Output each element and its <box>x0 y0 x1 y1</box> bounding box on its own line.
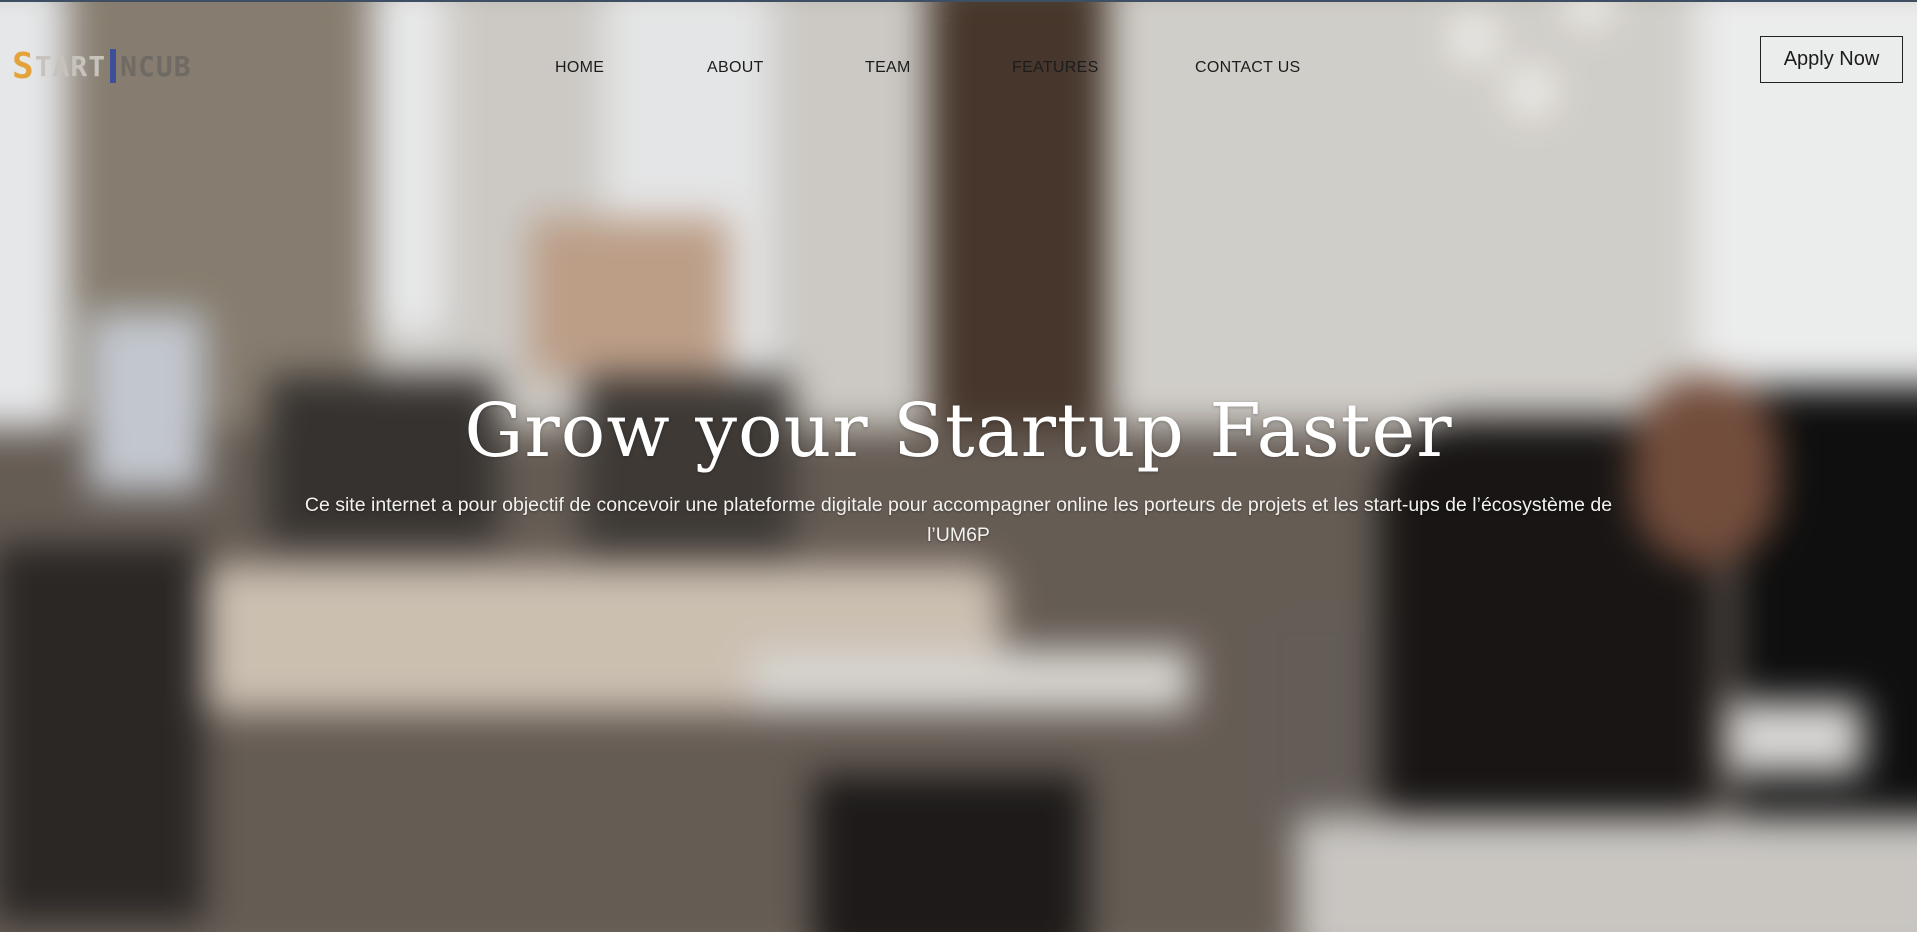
nav-item-home[interactable]: HOME <box>555 59 604 77</box>
apply-now-button[interactable]: Apply Now <box>1760 36 1903 83</box>
top-border <box>0 0 1917 2</box>
hero-section: S TART NCUB HOME ABOUT TEAM FEATURES CON… <box>0 0 1917 932</box>
nav-item-about[interactable]: ABOUT <box>707 59 764 77</box>
nav-item-contact-us[interactable]: CONTACT US <box>1195 59 1301 77</box>
hero-title: Grow your Startup Faster <box>464 388 1453 474</box>
main-nav: HOME ABOUT TEAM FEATURES CONTACT US <box>0 59 1917 79</box>
nav-item-features[interactable]: FEATURES <box>1012 59 1099 77</box>
nav-item-team[interactable]: TEAM <box>865 59 911 77</box>
hero-subtitle: Ce site internet a pour objectif de conc… <box>304 494 1613 546</box>
